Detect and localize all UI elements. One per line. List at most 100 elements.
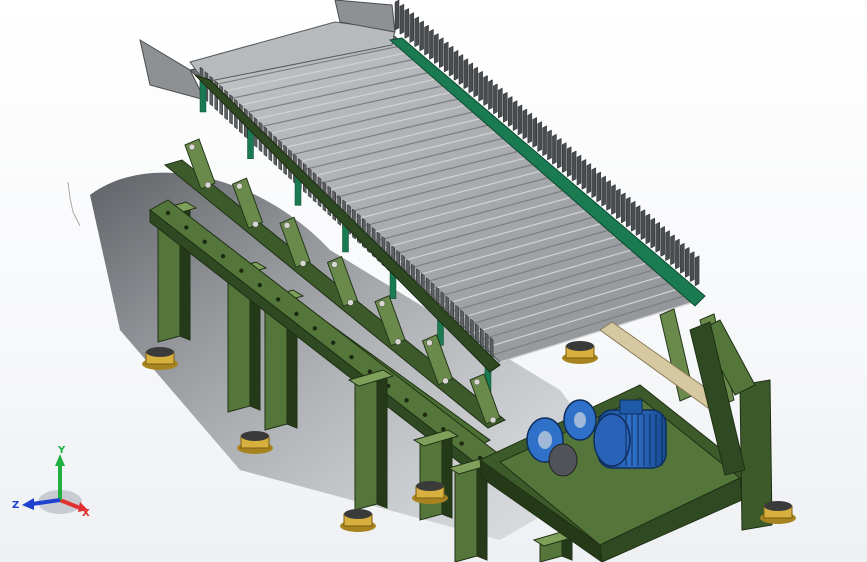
side-fin [512,100,518,132]
side-fin [586,163,592,194]
side-fin [665,230,670,262]
side-fin [542,125,547,157]
coupling [548,443,578,477]
leg-column [354,373,378,511]
side-fin [581,158,587,190]
sketch-mark [67,181,81,227]
side-fin [394,0,400,31]
side-fin [463,58,469,90]
bolt [422,412,428,417]
side-fin [616,188,621,220]
side-fin [498,87,503,119]
side-fin [424,24,429,56]
side-fin [625,196,631,228]
bolt [202,239,207,245]
side-fin [557,137,562,169]
side-fin [601,175,606,207]
side-fin [596,171,601,203]
link-pin [489,416,497,424]
bolt [184,225,189,230]
link-pin [473,378,481,386]
foot-top [241,431,269,441]
side-fin [660,226,665,257]
motor-endcap [593,413,631,467]
link-pin [283,222,291,229]
leg-flange [441,433,453,519]
side-fin [502,91,508,123]
bolt [220,254,226,259]
bolt [275,297,281,302]
side-fin [675,238,680,270]
bolt [459,441,464,446]
side-fin [453,49,459,81]
side-fin [483,75,488,106]
pulley-right-hub [574,412,586,428]
side-fin [635,205,641,236]
side-fin [640,209,646,241]
side-fin [468,62,474,94]
x-axis-label: X [82,508,90,519]
foot-top [344,509,372,519]
y-axis-label: Y [57,445,66,456]
bolt [404,398,409,403]
side-fin [689,251,695,283]
side-fin [630,200,636,232]
side-fin [532,117,537,148]
side-fin [562,142,567,173]
foot-top [566,341,594,351]
side-fin [694,255,700,287]
bolt [330,340,336,345]
side-fin [409,12,415,43]
side-fin [443,41,449,73]
side-fin [458,54,464,85]
side-fin [439,37,444,69]
side-fin [655,221,660,253]
link-pin [347,299,354,306]
bolt [257,282,262,288]
side-fin [488,79,493,111]
side-fin [684,247,690,278]
conveyor-model [67,0,796,562]
leg-flange [376,373,388,509]
side-fin [591,167,597,199]
cad-viewport[interactable]: X Y Z [0,0,867,562]
side-fin [576,154,582,186]
link-pin [331,261,338,268]
side-fin [552,133,557,165]
link-pin [204,181,212,189]
link-pin [378,300,386,307]
link-pin [426,339,433,347]
foot-top [416,481,444,491]
leg-column [454,461,478,562]
bolt [239,268,244,273]
foot-top [146,347,174,357]
side-fin [611,184,616,215]
side-fin [650,217,656,249]
leg-column [419,433,443,521]
pulley-left-hub [538,431,552,449]
link-pin [394,338,402,345]
link-pin [236,182,243,190]
side-fin [670,234,675,266]
z-axis-label: Z [12,500,19,511]
link-pin [442,377,449,385]
side-fin [429,28,434,60]
z-arrow-icon [22,498,34,510]
side-fin [522,108,528,140]
side-fin [404,7,410,39]
side-fin [414,16,419,48]
side-fin [527,112,533,144]
side-fin [621,192,626,224]
side-fin [537,121,542,153]
side-fin [680,242,685,274]
side-fin [473,66,478,98]
side-fin [493,83,498,115]
bolt [165,210,171,216]
side-fin [547,129,552,161]
link-pin [299,260,307,267]
side-fin [517,104,523,136]
side-fin [419,20,424,52]
side-fin [571,150,577,182]
side-fin [399,3,405,35]
bolt [349,354,354,360]
